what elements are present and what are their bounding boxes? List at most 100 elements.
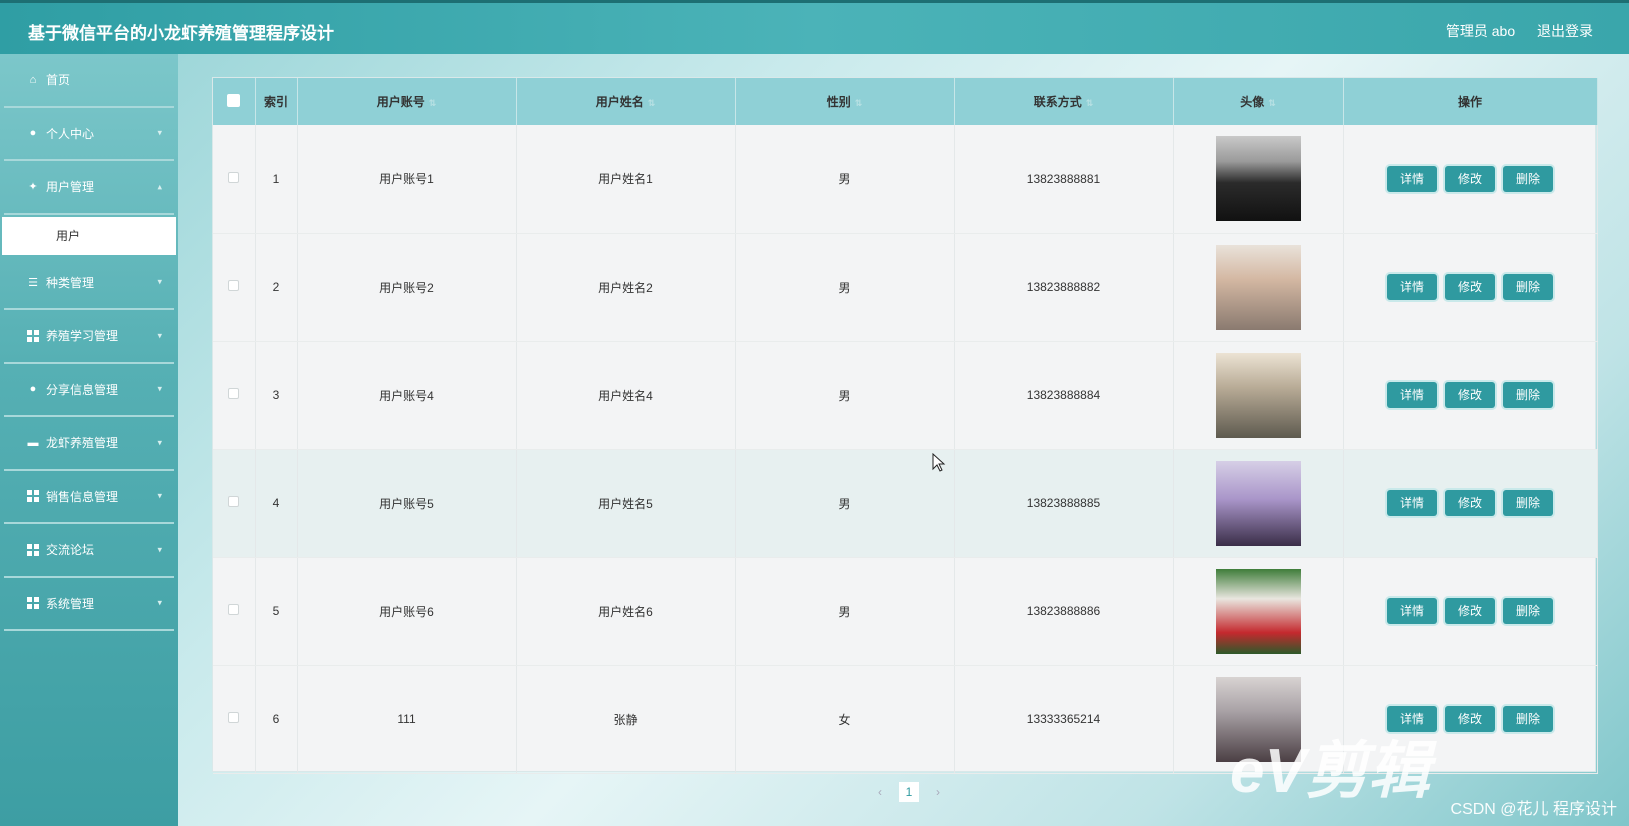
- submenu-item-label: 用户: [56, 229, 81, 243]
- sidebar-item-farming-learning[interactable]: 养殖学习管理 ▾: [4, 310, 174, 364]
- user-table-container: 索引 用户账号 ⇅ 用户姓名 ⇅ 性别 ⇅ 联系方式 ⇅ 头像 ⇅ 操作 1 用户账号1 用户…: [212, 77, 1598, 774]
- detail-button[interactable]: 详情: [1387, 274, 1437, 300]
- ev-watermark-logo: eV剪辑: [1230, 737, 1430, 806]
- column-header-name[interactable]: 用户姓名 ⇅: [516, 78, 736, 125]
- cell-actions: 详情 修改 删除: [1343, 233, 1598, 342]
- delete-button[interactable]: 删除: [1503, 274, 1553, 300]
- edit-button[interactable]: 修改: [1445, 490, 1495, 516]
- grid-icon: [26, 489, 40, 503]
- detail-button[interactable]: 详情: [1387, 598, 1437, 624]
- row-checkbox[interactable]: [228, 171, 240, 183]
- cell-gender: 女: [735, 665, 955, 774]
- row-checkbox[interactable]: [228, 280, 240, 291]
- sort-icon[interactable]: ⇅: [1268, 98, 1276, 108]
- admin-user-label: 管理员 abo: [1445, 23, 1516, 39]
- avatar-image[interactable]: [1215, 244, 1301, 330]
- cell-gender: 男: [735, 341, 955, 450]
- sidebar-item-label: 销售信息管理: [46, 489, 119, 504]
- sidebar-item-home[interactable]: ⌂ 首页: [4, 54, 174, 108]
- page-number-current[interactable]: 1: [899, 782, 919, 802]
- table-row[interactable]: 5 用户账号6 用户姓名6 男 13823888886 详情 修改 删除: [213, 557, 1598, 666]
- row-select-cell: [213, 233, 256, 342]
- sort-icon[interactable]: ⇅: [1086, 98, 1094, 108]
- delete-button[interactable]: 删除: [1503, 706, 1553, 732]
- table-row[interactable]: 3 用户账号4 用户姓名4 男 13823888884 详情 修改 删除: [213, 341, 1598, 450]
- avatar-image[interactable]: [1215, 460, 1301, 546]
- column-header-account[interactable]: 用户账号 ⇅: [297, 78, 517, 125]
- avatar-image[interactable]: [1215, 568, 1301, 654]
- detail-button[interactable]: 详情: [1387, 165, 1437, 192]
- delete-button[interactable]: 删除: [1503, 382, 1553, 408]
- sidebar-item-label: 种类管理: [46, 275, 95, 290]
- edit-button[interactable]: 修改: [1445, 165, 1495, 192]
- sidebar-item-user-management[interactable]: ✦ 用户管理 ▴: [4, 161, 174, 215]
- sidebar-item-category-management[interactable]: ☰ 种类管理 ▾: [4, 257, 174, 310]
- cell-name: 用户姓名2: [516, 233, 736, 342]
- cell-avatar: [1173, 449, 1344, 558]
- sort-icon[interactable]: ⇅: [429, 98, 437, 108]
- users-icon: ✦: [28, 181, 38, 194]
- table-row[interactable]: 2 用户账号2 用户姓名2 男 13823888882 详情 修改 删除: [213, 233, 1598, 342]
- cell-account: 用户账号4: [297, 341, 517, 450]
- chevron-down-icon: ▾: [157, 127, 162, 138]
- column-header-phone[interactable]: 联系方式 ⇅: [954, 78, 1174, 125]
- sliders-icon: ☰: [28, 276, 38, 289]
- row-checkbox[interactable]: [228, 712, 240, 723]
- sidebar-item-label: 个人中心: [46, 126, 95, 141]
- row-checkbox[interactable]: [228, 388, 240, 399]
- delete-button[interactable]: 删除: [1503, 490, 1553, 516]
- row-select-cell: [213, 125, 256, 234]
- cell-index: 3: [255, 341, 298, 450]
- header-label: 头像: [1240, 95, 1265, 109]
- cell-phone: 13823888886: [954, 557, 1174, 666]
- cell-account: 用户账号5: [297, 449, 517, 558]
- prev-page-icon[interactable]: ‹: [871, 785, 889, 799]
- row-checkbox[interactable]: [228, 604, 240, 615]
- chevron-down-icon: ▾: [157, 330, 162, 341]
- sort-icon[interactable]: ⇅: [648, 98, 656, 108]
- detail-button[interactable]: 详情: [1387, 382, 1437, 408]
- delete-button[interactable]: 删除: [1503, 165, 1553, 192]
- cell-avatar: [1173, 341, 1344, 450]
- column-header-gender[interactable]: 性别 ⇅: [735, 78, 955, 125]
- delete-button[interactable]: 删除: [1503, 598, 1553, 624]
- sidebar-item-sales-info[interactable]: 销售信息管理 ▾: [4, 471, 174, 524]
- cell-phone: 13333365214: [954, 665, 1174, 774]
- column-header-actions: 操作: [1343, 78, 1598, 125]
- submenu-item-user[interactable]: 用户: [2, 216, 176, 255]
- next-page-icon[interactable]: ›: [929, 785, 947, 799]
- row-checkbox[interactable]: [228, 496, 240, 507]
- column-header-avatar[interactable]: 头像 ⇅: [1173, 78, 1344, 125]
- sidebar-item-personal-center[interactable]: ● 个人中心 ▾: [4, 108, 174, 161]
- cell-actions: 详情 修改 删除: [1343, 449, 1598, 558]
- edit-button[interactable]: 修改: [1445, 274, 1495, 300]
- table-row[interactable]: 1 用户账号1 用户姓名1 男 13823888881 详情 修改 删除: [213, 125, 1598, 234]
- cell-name: 张静: [516, 665, 736, 774]
- sidebar-item-label: 龙虾养殖管理: [46, 436, 119, 451]
- sidebar-item-forum[interactable]: 交流论坛 ▾: [4, 524, 174, 578]
- select-all-checkbox[interactable]: [227, 93, 241, 107]
- detail-button[interactable]: 详情: [1387, 490, 1437, 516]
- cell-index: 2: [255, 233, 298, 342]
- sidebar-item-crayfish-farming[interactable]: ▬ 龙虾养殖管理 ▾: [4, 417, 174, 471]
- table-row[interactable]: 4 用户账号5 用户姓名5 男 13823888885 详情 修改 删除: [213, 449, 1598, 558]
- edit-button[interactable]: 修改: [1445, 706, 1495, 732]
- logout-link[interactable]: 退出登录: [1537, 23, 1593, 39]
- cell-name: 用户姓名1: [516, 125, 736, 234]
- chat-icon: ▬: [27, 436, 39, 449]
- edit-button[interactable]: 修改: [1445, 382, 1495, 408]
- edit-button[interactable]: 修改: [1445, 598, 1495, 624]
- cell-actions: 详情 修改 删除: [1343, 557, 1598, 666]
- sidebar-item-share-info[interactable]: ● 分享信息管理 ▾: [4, 364, 174, 417]
- cell-gender: 男: [735, 125, 955, 234]
- sort-icon[interactable]: ⇅: [855, 98, 863, 108]
- sidebar-item-label: 用户管理: [46, 180, 95, 195]
- row-select-cell: [213, 557, 256, 666]
- cell-index: 5: [255, 557, 298, 666]
- chevron-down-icon: ▾: [157, 597, 162, 608]
- cell-name: 用户姓名4: [516, 341, 736, 450]
- sidebar-item-system[interactable]: 系统管理 ▾: [4, 578, 174, 631]
- avatar-image[interactable]: [1215, 136, 1301, 222]
- avatar-image[interactable]: [1215, 352, 1301, 438]
- cell-account: 用户账号1: [297, 125, 517, 234]
